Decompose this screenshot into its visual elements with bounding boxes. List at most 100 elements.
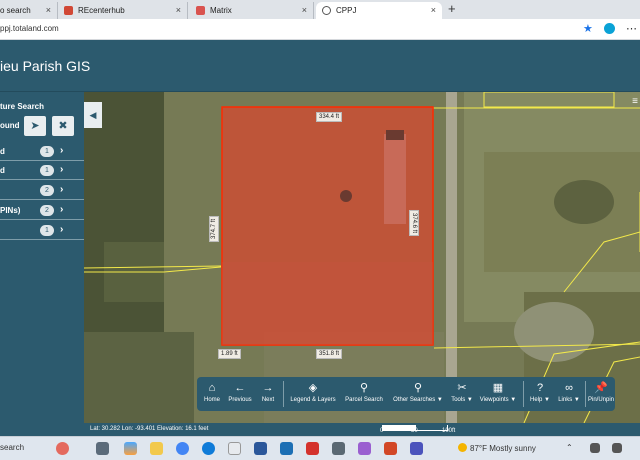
sidebar-item-label: d <box>0 147 5 156</box>
sidebar-item[interactable]: 1 › <box>0 223 84 240</box>
parcel-search-label: Parcel Search <box>345 397 383 403</box>
new-tab-button[interactable]: + <box>448 1 456 16</box>
widget-icon[interactable] <box>56 442 69 455</box>
map-menu-icon[interactable]: ≡ <box>632 96 638 107</box>
home-button[interactable]: ⌂ Home <box>201 377 223 411</box>
locate-button[interactable]: ➤ <box>24 116 46 136</box>
tray-chevron-icon[interactable]: ⌃ <box>566 443 573 452</box>
chevron-left-icon: ◀ <box>89 110 97 120</box>
weather-text: 87°F Mostly sunny <box>470 444 536 453</box>
wifi-icon[interactable] <box>590 443 600 453</box>
sidebar-item-label: d <box>0 166 5 175</box>
tab-matrix[interactable]: Matrix × <box>190 2 314 19</box>
sidebar-item[interactable]: d 1 › <box>0 163 84 180</box>
browser-tab-strip: o search × REcenterhub × Matrix × CPPJ ×… <box>0 0 640 19</box>
legend-layers-button[interactable]: ◈ Legend & Layers <box>287 377 339 411</box>
app-icon[interactable] <box>332 442 345 455</box>
recenterhub-favicon-icon <box>64 6 73 15</box>
aerial-imagery <box>84 92 640 423</box>
count-badge: 1 <box>40 146 54 157</box>
task-view-icon[interactable] <box>96 442 109 455</box>
file-explorer-icon[interactable] <box>150 442 163 455</box>
help-label: Help ▼ <box>530 397 550 403</box>
sidebar-item[interactable]: PINs) 2 › <box>0 203 84 220</box>
collapse-sidebar-button[interactable]: ◀ <box>84 102 102 128</box>
help-button[interactable]: ? Help ▼ <box>527 377 553 411</box>
previous-label: Previous <box>228 397 252 403</box>
arrow-right-icon: → <box>262 382 274 394</box>
extension-icon[interactable] <box>604 23 615 34</box>
scale-label: 100ft <box>442 428 456 434</box>
tab-label: Matrix <box>210 6 232 15</box>
close-tab-icon[interactable]: × <box>431 5 436 15</box>
next-button[interactable]: → Next <box>257 377 279 411</box>
pin-icon: 📌 <box>594 382 608 394</box>
outlook-icon[interactable] <box>280 442 293 455</box>
sun-icon <box>458 443 467 452</box>
measure-label-left: 374.7 ft <box>209 215 220 243</box>
locate-arrow-icon: ➤ <box>30 120 40 132</box>
address-bar[interactable]: ppj.totaland.com ★ ⋯ <box>0 19 640 40</box>
app-header: ieu Parish GIS <box>0 40 640 92</box>
scale-label: 0 <box>380 428 384 434</box>
url-text[interactable]: ppj.totaland.com <box>0 24 59 33</box>
teams-icon[interactable] <box>410 442 423 455</box>
other-searches-label: Other Searches ▼ <box>393 397 443 403</box>
page-title: ieu Parish GIS <box>0 58 91 74</box>
help-icon: ? <box>536 382 544 394</box>
weather-widget[interactable]: 87°F Mostly sunny <box>458 443 536 453</box>
tools-icon: ✂ <box>457 382 467 394</box>
speaker-icon[interactable] <box>612 443 622 453</box>
sidebar-item-label: PINs) <box>0 206 21 215</box>
sidebar-item[interactable]: d 1 › <box>0 144 84 161</box>
chevron-right-icon: › <box>60 204 64 215</box>
toolbar-divider <box>283 381 284 407</box>
sidebar-item[interactable]: 2 › <box>0 183 84 200</box>
close-icon: ✖ <box>58 120 68 132</box>
links-label: Links ▼ <box>558 397 580 403</box>
viewpoints-button[interactable]: ▦ Viewpoints ▼ <box>477 377 519 411</box>
close-tab-icon[interactable]: × <box>46 5 51 15</box>
viewpoints-label: Viewpoints ▼ <box>479 397 517 403</box>
layers-icon: ◈ <box>308 382 318 394</box>
store-icon[interactable] <box>228 442 241 455</box>
word-icon[interactable] <box>254 442 267 455</box>
count-badge: 2 <box>40 185 54 196</box>
links-button[interactable]: ∞ Links ▼ <box>555 377 583 411</box>
map-view[interactable]: ◀ ≡ 334.4 ft 351.8 ft 374.7 ft 374.6 ft … <box>84 92 640 423</box>
chrome-icon[interactable] <box>176 442 189 455</box>
pin-unpin-button[interactable]: 📌 Pin/Unpin <box>587 377 615 411</box>
toolbar-divider <box>523 381 524 407</box>
clear-button[interactable]: ✖ <box>52 116 74 136</box>
other-searches-button[interactable]: ⚲ Other Searches ▼ <box>389 377 447 411</box>
coordinates-readout: Lat: 30.282 Lon: -93.401 Elevation: 16.1… <box>90 426 209 432</box>
search-icon: ⚲ <box>413 382 423 394</box>
tab-search[interactable]: o search × <box>0 2 58 19</box>
measure-label-right: 374.6 ft <box>409 209 420 237</box>
tab-label: CPPJ <box>336 6 357 15</box>
tab-cppj[interactable]: CPPJ × <box>316 2 442 19</box>
chevron-right-icon: › <box>60 184 64 195</box>
parcel-search-button[interactable]: ⚲ Parcel Search <box>341 377 387 411</box>
count-badge: 1 <box>40 225 54 236</box>
tab-recenterhub[interactable]: REcenterhub × <box>58 2 188 19</box>
count-badge: 2 <box>40 205 54 216</box>
app-icon[interactable] <box>358 442 371 455</box>
next-label: Next <box>261 397 275 403</box>
measure-label-corner: 1.89 ft <box>218 349 241 359</box>
copilot-icon[interactable] <box>124 442 137 455</box>
taskbar-search[interactable]: search <box>0 443 24 452</box>
pdf-icon[interactable] <box>306 442 319 455</box>
previous-button[interactable]: ← Previous <box>225 377 255 411</box>
measure-label-bottom: 351.8 ft <box>316 349 343 359</box>
link-icon: ∞ <box>565 382 573 394</box>
menu-icon[interactable]: ⋯ <box>626 22 637 35</box>
close-tab-icon[interactable]: × <box>302 5 307 15</box>
edge-icon[interactable] <box>202 442 215 455</box>
powerpoint-icon[interactable] <box>384 442 397 455</box>
tools-button[interactable]: ✂ Tools ▼ <box>449 377 475 411</box>
star-icon[interactable]: ★ <box>583 22 593 35</box>
measure-label-top: 334.4 ft <box>316 112 343 122</box>
chevron-right-icon: › <box>60 164 64 175</box>
close-tab-icon[interactable]: × <box>176 5 181 15</box>
